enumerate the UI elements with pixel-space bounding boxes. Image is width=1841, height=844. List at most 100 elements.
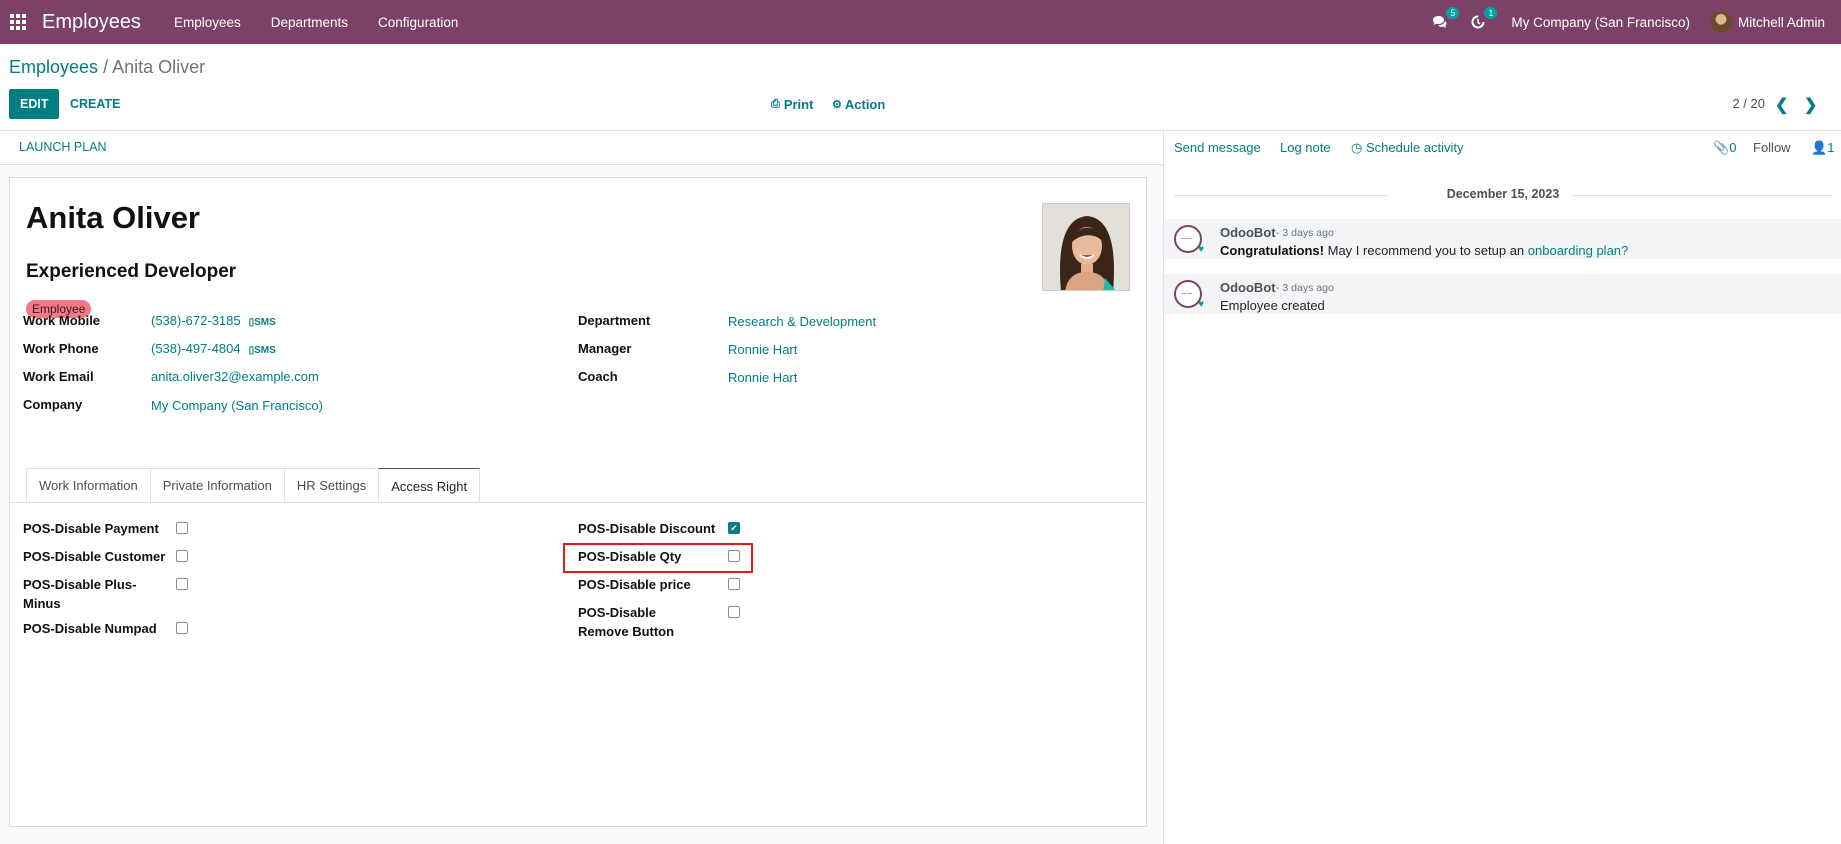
company-switcher[interactable]: My Company (San Francisco) (1497, 15, 1710, 30)
top-navbar: Employees Employees Departments Configur… (0, 0, 1841, 44)
date-separator: December 15, 2023 (1446, 187, 1560, 201)
follow-button[interactable]: Follow (1753, 140, 1791, 155)
schedule-activity-button[interactable]: ◷ Schedule activity (1351, 140, 1464, 156)
tabs-divider (10, 502, 1146, 503)
menu-employees[interactable]: Employees (159, 15, 256, 30)
pos-disable-price-checkbox[interactable] (728, 578, 740, 590)
breadcrumb: Employees / Anita Oliver (9, 57, 205, 78)
paperclip-icon: 📎 (1713, 140, 1730, 155)
pos-disable-remove-button-checkbox[interactable] (728, 606, 740, 618)
launch-plan-button[interactable]: LAUNCH PLAN (19, 140, 107, 154)
pos-disable-price-label: POS-Disable price (578, 577, 691, 592)
menu-departments[interactable]: Departments (256, 15, 363, 30)
clock-icon: ◷ (1351, 140, 1363, 155)
form-sheet: Anita Oliver Experienced Developer Emplo… (9, 177, 1147, 827)
message-text: May I recommend you to setup an (1324, 243, 1528, 258)
sms-label: SMS (254, 345, 276, 356)
heart-icon: ♥ (1198, 299, 1204, 310)
log-note-button[interactable]: Log note (1280, 140, 1331, 155)
print-button[interactable]: ⎙ Print (771, 89, 813, 119)
work-mobile-label: Work Mobile (23, 313, 101, 328)
message-bold: Congratulations! (1220, 243, 1324, 258)
pos-disable-discount-label: POS-Disable Discount (578, 521, 716, 536)
breadcrumb-separator: / (103, 57, 109, 77)
message-item: ⌣⌣ ♥ OdooBot - 3 days ago Employee create… (1164, 274, 1841, 314)
send-message-button[interactable]: Send message (1174, 140, 1261, 155)
employee-name[interactable]: Anita Oliver (26, 200, 200, 236)
control-panel: Employees / Anita Oliver EDIT CREATE ⎙ P… (0, 44, 1841, 131)
employee-job-title[interactable]: Experienced Developer (26, 261, 236, 283)
menu-configuration[interactable]: Configuration (363, 15, 473, 30)
coach-value[interactable]: Ronnie Hart (728, 370, 797, 385)
user-name: Mitchell Admin (1737, 14, 1825, 30)
schedule-activity-label: Schedule activity (1365, 140, 1464, 155)
action-button[interactable]: ⚙ Action (832, 89, 885, 119)
apps-menu-icon[interactable] (9, 13, 27, 31)
message-author[interactable]: OdooBot (1220, 280, 1276, 295)
work-email-value[interactable]: anita.oliver32@example.com (151, 369, 319, 384)
tab-hr-settings[interactable]: HR Settings (283, 468, 380, 502)
message-author[interactable]: OdooBot (1220, 225, 1276, 240)
action-label: Action (844, 96, 886, 112)
pos-disable-remove-button-label: POS-Disable Remove Button (578, 605, 675, 639)
tab-work-information[interactable]: Work Information (26, 468, 151, 502)
attachments-count: 0 (1729, 140, 1737, 155)
create-button[interactable]: CREATE (62, 89, 128, 119)
manager-value[interactable]: Ronnie Hart (728, 342, 797, 357)
pos-disable-discount-checkbox[interactable]: ✔ (728, 522, 740, 534)
print-icon: ⎙ (771, 97, 780, 110)
form-view: LAUNCH PLAN Anita Oliver Experienced Dev… (0, 131, 1163, 844)
messages-icon[interactable]: 5 (1420, 7, 1460, 29)
messages-badge: 5 (1446, 7, 1460, 19)
department-value[interactable]: Research & Development (728, 314, 876, 329)
attachments-button[interactable]: 📎0 (1713, 140, 1736, 156)
pos-disable-payment-label: POS-Disable Payment (23, 521, 159, 536)
message-body: Employee created (1220, 298, 1325, 313)
pager-previous-icon[interactable]: ❮ (1775, 95, 1788, 115)
breadcrumb-parent[interactable]: Employees (9, 57, 98, 77)
work-phone-sms-button[interactable]: ▯SMS (249, 345, 276, 356)
work-mobile-field[interactable]: (538)-672-3185 ▯SMS (151, 313, 276, 328)
pos-disable-numpad-label: POS-Disable Numpad (23, 621, 157, 636)
user-avatar (1709, 11, 1732, 33)
onboarding-plan-link[interactable]: onboarding plan? (1528, 243, 1628, 258)
pos-disable-customer-checkbox[interactable] (176, 550, 188, 562)
print-label: Print (783, 96, 814, 112)
tab-private-information[interactable]: Private Information (149, 468, 285, 502)
message-date: - 3 days ago (1276, 282, 1334, 294)
followers-count: 1 (1827, 140, 1835, 155)
user-menu[interactable]: Mitchell Admin (1709, 11, 1841, 33)
app-title[interactable]: Employees (42, 11, 141, 34)
pos-disable-plus-minus-checkbox[interactable] (176, 578, 188, 590)
work-phone-value[interactable]: (538)-497-4804 (151, 341, 241, 356)
message-date: - 3 days ago (1276, 227, 1334, 239)
edit-button[interactable]: EDIT (9, 89, 60, 119)
work-mobile-value[interactable]: (538)-672-3185 (151, 313, 241, 328)
followers-button[interactable]: 👤1 (1811, 140, 1834, 156)
pos-disable-payment-checkbox[interactable] (176, 522, 188, 534)
pager-next-icon[interactable]: ❯ (1804, 95, 1817, 115)
work-phone-label: Work Phone (23, 341, 99, 356)
company-label: Company (23, 397, 83, 412)
chatter-topbar: Send message Log note ◷ Schedule activit… (1164, 131, 1841, 165)
odoobot-avatar[interactable]: ⌣⌣ ♥ (1174, 280, 1204, 310)
odoobot-avatar[interactable]: ⌣⌣ ♥ (1174, 225, 1204, 255)
message-body: Congratulations! May I recommend you to … (1220, 243, 1628, 258)
breadcrumb-current: Anita Oliver (112, 57, 206, 77)
manager-label: Manager (578, 341, 632, 356)
activities-icon[interactable]: 1 (1459, 7, 1498, 29)
tab-access-right[interactable]: Access Right (378, 468, 481, 503)
work-mobile-sms-button[interactable]: ▯SMS (249, 317, 276, 328)
chatter: Send message Log note ◷ Schedule activit… (1163, 131, 1841, 844)
employee-photo[interactable] (1042, 203, 1130, 291)
pos-disable-customer-label: POS-Disable Customer (23, 549, 166, 564)
company-value[interactable]: My Company (San Francisco) (151, 398, 323, 413)
pos-disable-qty-label: POS-Disable Qty (578, 549, 682, 564)
gear-icon: ⚙ (832, 98, 842, 111)
pos-disable-qty-checkbox[interactable] (728, 550, 740, 562)
work-phone-field[interactable]: (538)-497-4804 ▯SMS (151, 341, 276, 356)
activities-badge: 1 (1484, 7, 1498, 19)
sms-label: SMS (254, 317, 276, 328)
pager-value[interactable]: 2 / 20 (1732, 96, 1765, 111)
pos-disable-numpad-checkbox[interactable] (176, 622, 188, 634)
